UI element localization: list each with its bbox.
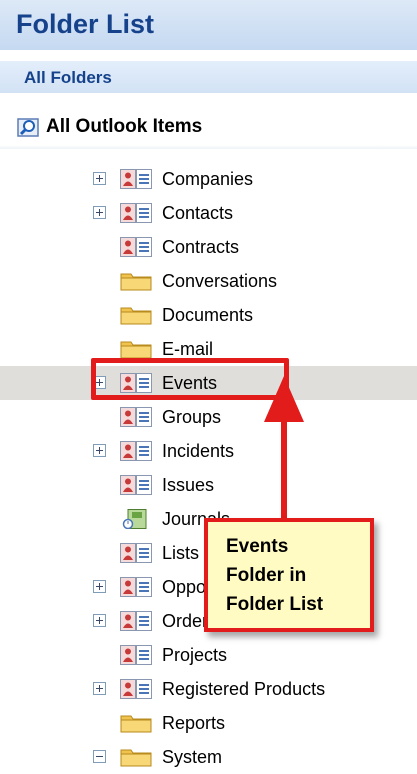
contact-card-icon xyxy=(120,611,152,631)
expand-icon[interactable] xyxy=(93,580,106,593)
tree-item-label[interactable]: Projects xyxy=(162,645,227,666)
tree-item-contracts[interactable]: Contracts xyxy=(0,230,417,264)
folder-icon xyxy=(120,713,152,733)
folder-icon xyxy=(120,271,152,291)
contact-card-icon xyxy=(120,441,152,461)
contact-card-icon xyxy=(120,203,152,223)
tree-item-issues[interactable]: Issues xyxy=(0,468,417,502)
contact-card-icon xyxy=(120,169,152,189)
tree-item-label[interactable]: Lists xyxy=(162,543,199,564)
tree-item-label[interactable]: Conversations xyxy=(162,271,277,292)
callout-arrow-head xyxy=(264,376,304,422)
collapse-icon[interactable] xyxy=(93,750,106,763)
callout-line-3: Folder List xyxy=(226,594,324,615)
expand-icon[interactable] xyxy=(93,172,106,185)
contact-card-icon xyxy=(120,475,152,495)
tree-item-documents[interactable]: Documents xyxy=(0,298,417,332)
expand-icon[interactable] xyxy=(93,682,106,695)
tree-item-label[interactable]: Incidents xyxy=(162,441,234,462)
tree-item-companies[interactable]: Companies xyxy=(0,162,417,196)
contact-card-icon xyxy=(120,645,152,665)
tree-item-label[interactable]: Companies xyxy=(162,169,253,190)
contact-card-icon xyxy=(120,237,152,257)
expand-icon[interactable] xyxy=(93,444,106,457)
tree-item-label[interactable]: Registered Products xyxy=(162,679,325,700)
events-callout-note: Events Folder in Folder List xyxy=(204,518,374,632)
tree-item-label[interactable]: E-mail xyxy=(162,339,213,360)
contact-card-icon xyxy=(120,407,152,427)
tree-item-registered-products[interactable]: Registered Products xyxy=(0,672,417,706)
expand-icon[interactable] xyxy=(93,206,106,219)
folder-icon xyxy=(120,339,152,359)
contact-card-icon xyxy=(120,679,152,699)
tree-item-system[interactable]: System xyxy=(0,740,417,774)
contact-card-icon xyxy=(120,543,152,563)
tree-item-conversations[interactable]: Conversations xyxy=(0,264,417,298)
tree-item-label[interactable]: Documents xyxy=(162,305,253,326)
tree-item-projects[interactable]: Projects xyxy=(0,638,417,672)
callout-line-2: Folder in xyxy=(226,565,307,586)
tree-item-incidents[interactable]: Incidents xyxy=(0,434,417,468)
tree-item-label[interactable]: Contacts xyxy=(162,203,233,224)
tree-item-label[interactable]: Contracts xyxy=(162,237,239,258)
events-highlight-box xyxy=(91,358,289,400)
tree-item-contacts[interactable]: Contacts xyxy=(0,196,417,230)
expand-icon[interactable] xyxy=(93,614,106,627)
tree-item-label[interactable]: Issues xyxy=(162,475,214,496)
tree-item-label[interactable]: Groups xyxy=(162,407,221,428)
tree-item-label[interactable]: Reports xyxy=(162,713,225,734)
tree-item-label[interactable]: System xyxy=(162,747,222,768)
tree-item-groups[interactable]: Groups xyxy=(0,400,417,434)
journal-icon xyxy=(120,509,152,530)
folder-icon xyxy=(120,305,152,325)
callout-line-1: Events xyxy=(226,536,289,557)
contact-card-icon xyxy=(120,577,152,597)
tree-item-reports[interactable]: Reports xyxy=(0,706,417,740)
folder-icon xyxy=(120,747,152,767)
